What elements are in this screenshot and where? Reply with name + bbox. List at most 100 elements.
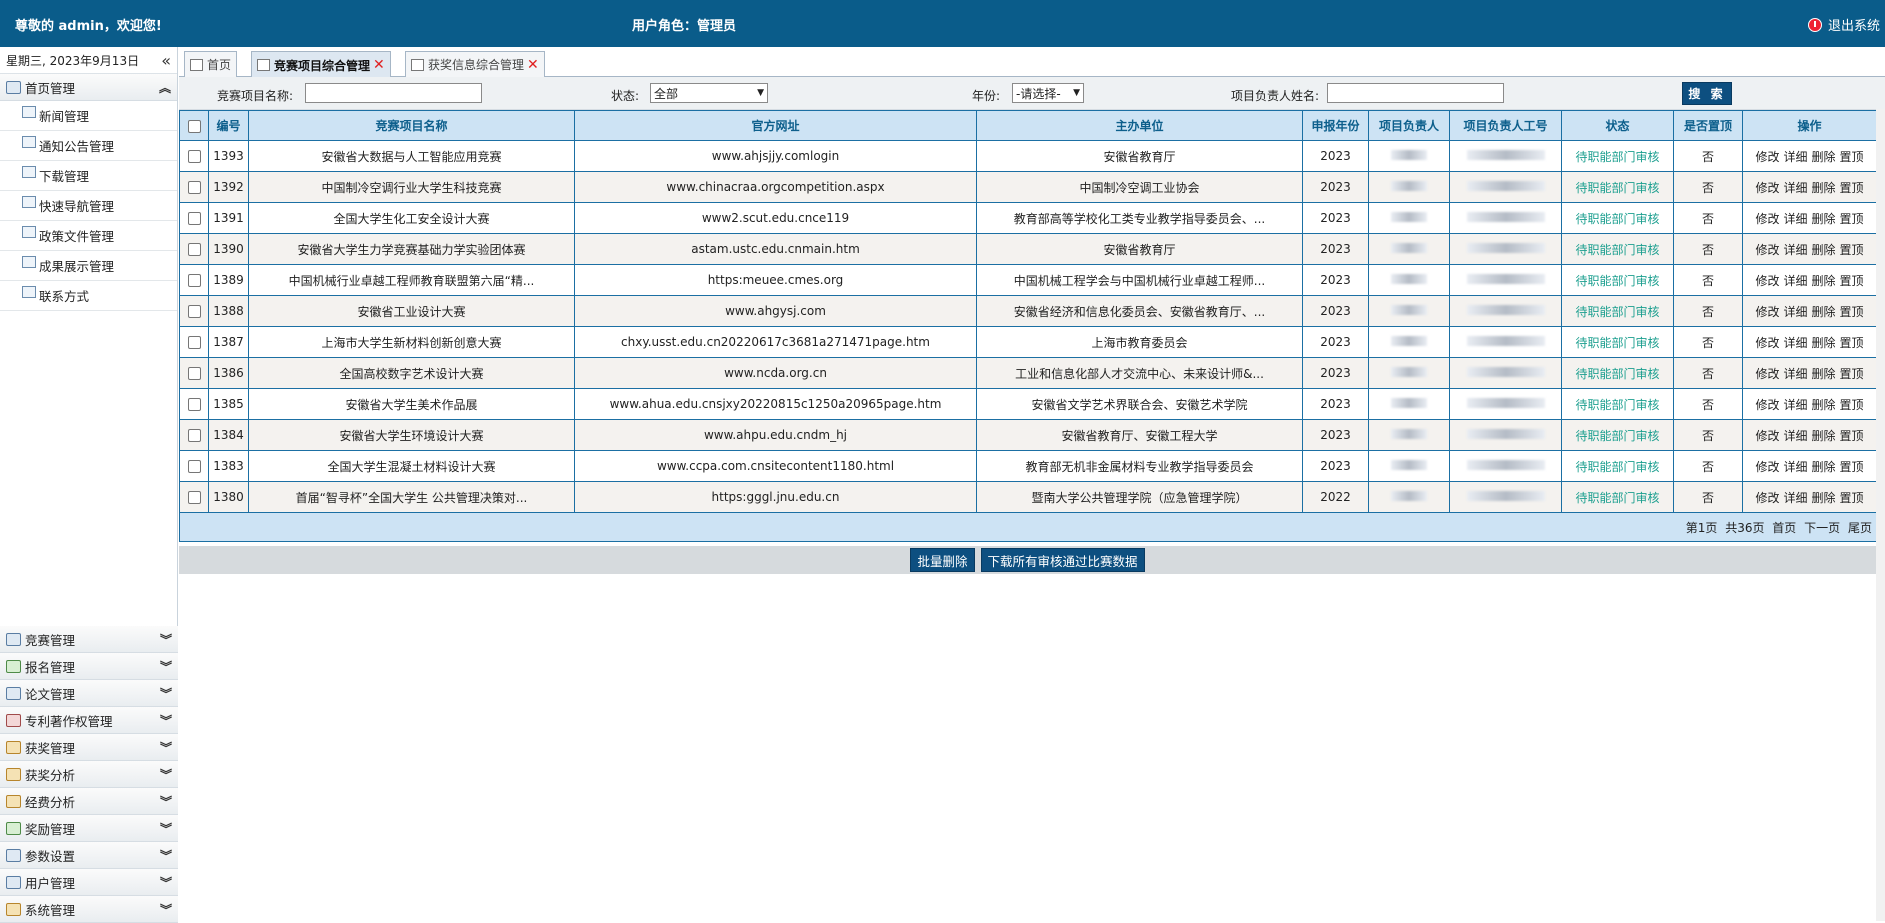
download-approved-button[interactable]: 下载所有审核通过比赛数据 — [980, 548, 1145, 572]
delete-link[interactable]: 删除 — [1812, 274, 1836, 288]
next-page-link[interactable]: 下一页 — [1804, 521, 1840, 535]
row-select-cell[interactable] — [179, 450, 209, 482]
cell-status[interactable]: 待职能部门审核 — [1561, 326, 1674, 358]
status-select[interactable]: 全部 ▼ — [650, 83, 768, 103]
pin-link[interactable]: 置顶 — [1840, 212, 1864, 226]
pin-link[interactable]: 置顶 — [1840, 181, 1864, 195]
cell-status[interactable]: 待职能部门审核 — [1561, 264, 1674, 296]
vertical-scrollbar[interactable] — [1876, 109, 1885, 921]
pin-link[interactable]: 置顶 — [1840, 150, 1864, 164]
sidebar-group[interactable]: 专利著作权管理 ︾ — [0, 707, 178, 734]
row-checkbox[interactable] — [187, 460, 201, 473]
batch-delete-button[interactable]: 批量删除 — [910, 548, 975, 572]
edit-link[interactable]: 修改 — [1755, 181, 1779, 195]
cell-status[interactable]: 待职能部门审核 — [1561, 171, 1674, 203]
pin-link[interactable]: 置顶 — [1840, 305, 1864, 319]
sidebar-item[interactable]: 快速导航管理 — [0, 191, 177, 221]
row-select-cell[interactable] — [179, 388, 209, 420]
row-checkbox[interactable] — [187, 243, 201, 256]
cell-status[interactable]: 待职能部门审核 — [1561, 357, 1674, 389]
cell-status[interactable]: 待职能部门审核 — [1561, 388, 1674, 420]
delete-link[interactable]: 删除 — [1812, 429, 1836, 443]
detail-link[interactable]: 详细 — [1783, 336, 1807, 350]
detail-link[interactable]: 详细 — [1783, 367, 1807, 381]
row-checkbox[interactable] — [187, 367, 201, 380]
row-checkbox[interactable] — [187, 336, 201, 349]
cell-status[interactable]: 待职能部门审核 — [1561, 481, 1674, 513]
last-page-link[interactable]: 尾页 — [1848, 521, 1872, 535]
edit-link[interactable]: 修改 — [1755, 491, 1779, 505]
edit-link[interactable]: 修改 — [1755, 367, 1779, 381]
edit-link[interactable]: 修改 — [1755, 243, 1779, 257]
cell-status[interactable]: 待职能部门审核 — [1561, 202, 1674, 234]
detail-link[interactable]: 详细 — [1783, 460, 1807, 474]
delete-link[interactable]: 删除 — [1812, 150, 1836, 164]
sidebar-group[interactable]: 用户管理 ︾ — [0, 869, 178, 896]
row-checkbox[interactable] — [187, 274, 201, 287]
close-icon[interactable]: ✕ — [373, 57, 385, 73]
edit-link[interactable]: 修改 — [1755, 274, 1779, 288]
sidebar-group[interactable]: 论文管理 ︾ — [0, 680, 178, 707]
edit-link[interactable]: 修改 — [1755, 429, 1779, 443]
delete-link[interactable]: 删除 — [1812, 305, 1836, 319]
sidebar-group[interactable]: 获奖分析 ︾ — [0, 761, 178, 788]
collapse-sidebar-icon[interactable]: « — [161, 51, 171, 70]
delete-link[interactable]: 删除 — [1812, 398, 1836, 412]
sidebar-group[interactable]: 奖励管理 ︾ — [0, 815, 178, 842]
detail-link[interactable]: 详细 — [1783, 398, 1807, 412]
row-select-cell[interactable] — [179, 233, 209, 265]
row-checkbox[interactable] — [187, 398, 201, 411]
detail-link[interactable]: 详细 — [1783, 491, 1807, 505]
sidebar-group[interactable]: 参数设置 ︾ — [0, 842, 178, 869]
detail-link[interactable]: 详细 — [1783, 212, 1807, 226]
search-button[interactable]: 搜 索 — [1682, 82, 1732, 105]
delete-link[interactable]: 删除 — [1812, 367, 1836, 381]
pin-link[interactable]: 置顶 — [1840, 429, 1864, 443]
first-page-link[interactable]: 首页 — [1772, 521, 1796, 535]
pin-link[interactable]: 置顶 — [1840, 243, 1864, 257]
delete-link[interactable]: 删除 — [1812, 181, 1836, 195]
edit-link[interactable]: 修改 — [1755, 305, 1779, 319]
detail-link[interactable]: 详细 — [1783, 305, 1807, 319]
sidebar-item[interactable]: 政策文件管理 — [0, 221, 177, 251]
row-checkbox[interactable] — [187, 491, 201, 504]
detail-link[interactable]: 详细 — [1783, 274, 1807, 288]
row-select-cell[interactable] — [179, 295, 209, 327]
pin-link[interactable]: 置顶 — [1840, 491, 1864, 505]
edit-link[interactable]: 修改 — [1755, 212, 1779, 226]
cell-status[interactable]: 待职能部门审核 — [1561, 295, 1674, 327]
select-all-checkbox[interactable] — [187, 119, 201, 133]
row-checkbox[interactable] — [187, 429, 201, 442]
sidebar-item[interactable]: 联系方式 — [0, 281, 177, 311]
pin-link[interactable]: 置顶 — [1840, 398, 1864, 412]
row-select-cell[interactable] — [179, 357, 209, 389]
row-select-cell[interactable] — [179, 419, 209, 451]
tab-home[interactable]: 首页 — [184, 51, 238, 77]
sidebar-group[interactable]: 系统管理 ︾ — [0, 896, 178, 923]
sidebar-group[interactable]: 获奖管理 ︾ — [0, 734, 178, 761]
delete-link[interactable]: 删除 — [1812, 243, 1836, 257]
pin-link[interactable]: 置顶 — [1840, 336, 1864, 350]
cell-status[interactable]: 待职能部门审核 — [1561, 140, 1674, 172]
sidebar-group[interactable]: 竞赛管理 ︾ — [0, 626, 178, 653]
row-select-cell[interactable] — [179, 481, 209, 513]
pin-link[interactable]: 置顶 — [1840, 460, 1864, 474]
delete-link[interactable]: 删除 — [1812, 212, 1836, 226]
edit-link[interactable]: 修改 — [1755, 398, 1779, 412]
pin-link[interactable]: 置顶 — [1840, 367, 1864, 381]
sidebar-item[interactable]: 通知公告管理 — [0, 131, 177, 161]
cell-status[interactable]: 待职能部门审核 — [1561, 450, 1674, 482]
logout-button[interactable]: 退出系统 — [1807, 15, 1880, 34]
pin-link[interactable]: 置顶 — [1840, 274, 1864, 288]
sidebar-group[interactable]: 经费分析 ︾ — [0, 788, 178, 815]
row-select-cell[interactable] — [179, 264, 209, 296]
detail-link[interactable]: 详细 — [1783, 243, 1807, 257]
sidebar-item[interactable]: 成果展示管理 — [0, 251, 177, 281]
row-select-cell[interactable] — [179, 202, 209, 234]
select-all-cell[interactable] — [179, 110, 209, 141]
edit-link[interactable]: 修改 — [1755, 150, 1779, 164]
sidebar-group-home[interactable]: 首页管理 ︽ — [0, 74, 177, 101]
edit-link[interactable]: 修改 — [1755, 336, 1779, 350]
row-select-cell[interactable] — [179, 171, 209, 203]
row-checkbox[interactable] — [187, 305, 201, 318]
